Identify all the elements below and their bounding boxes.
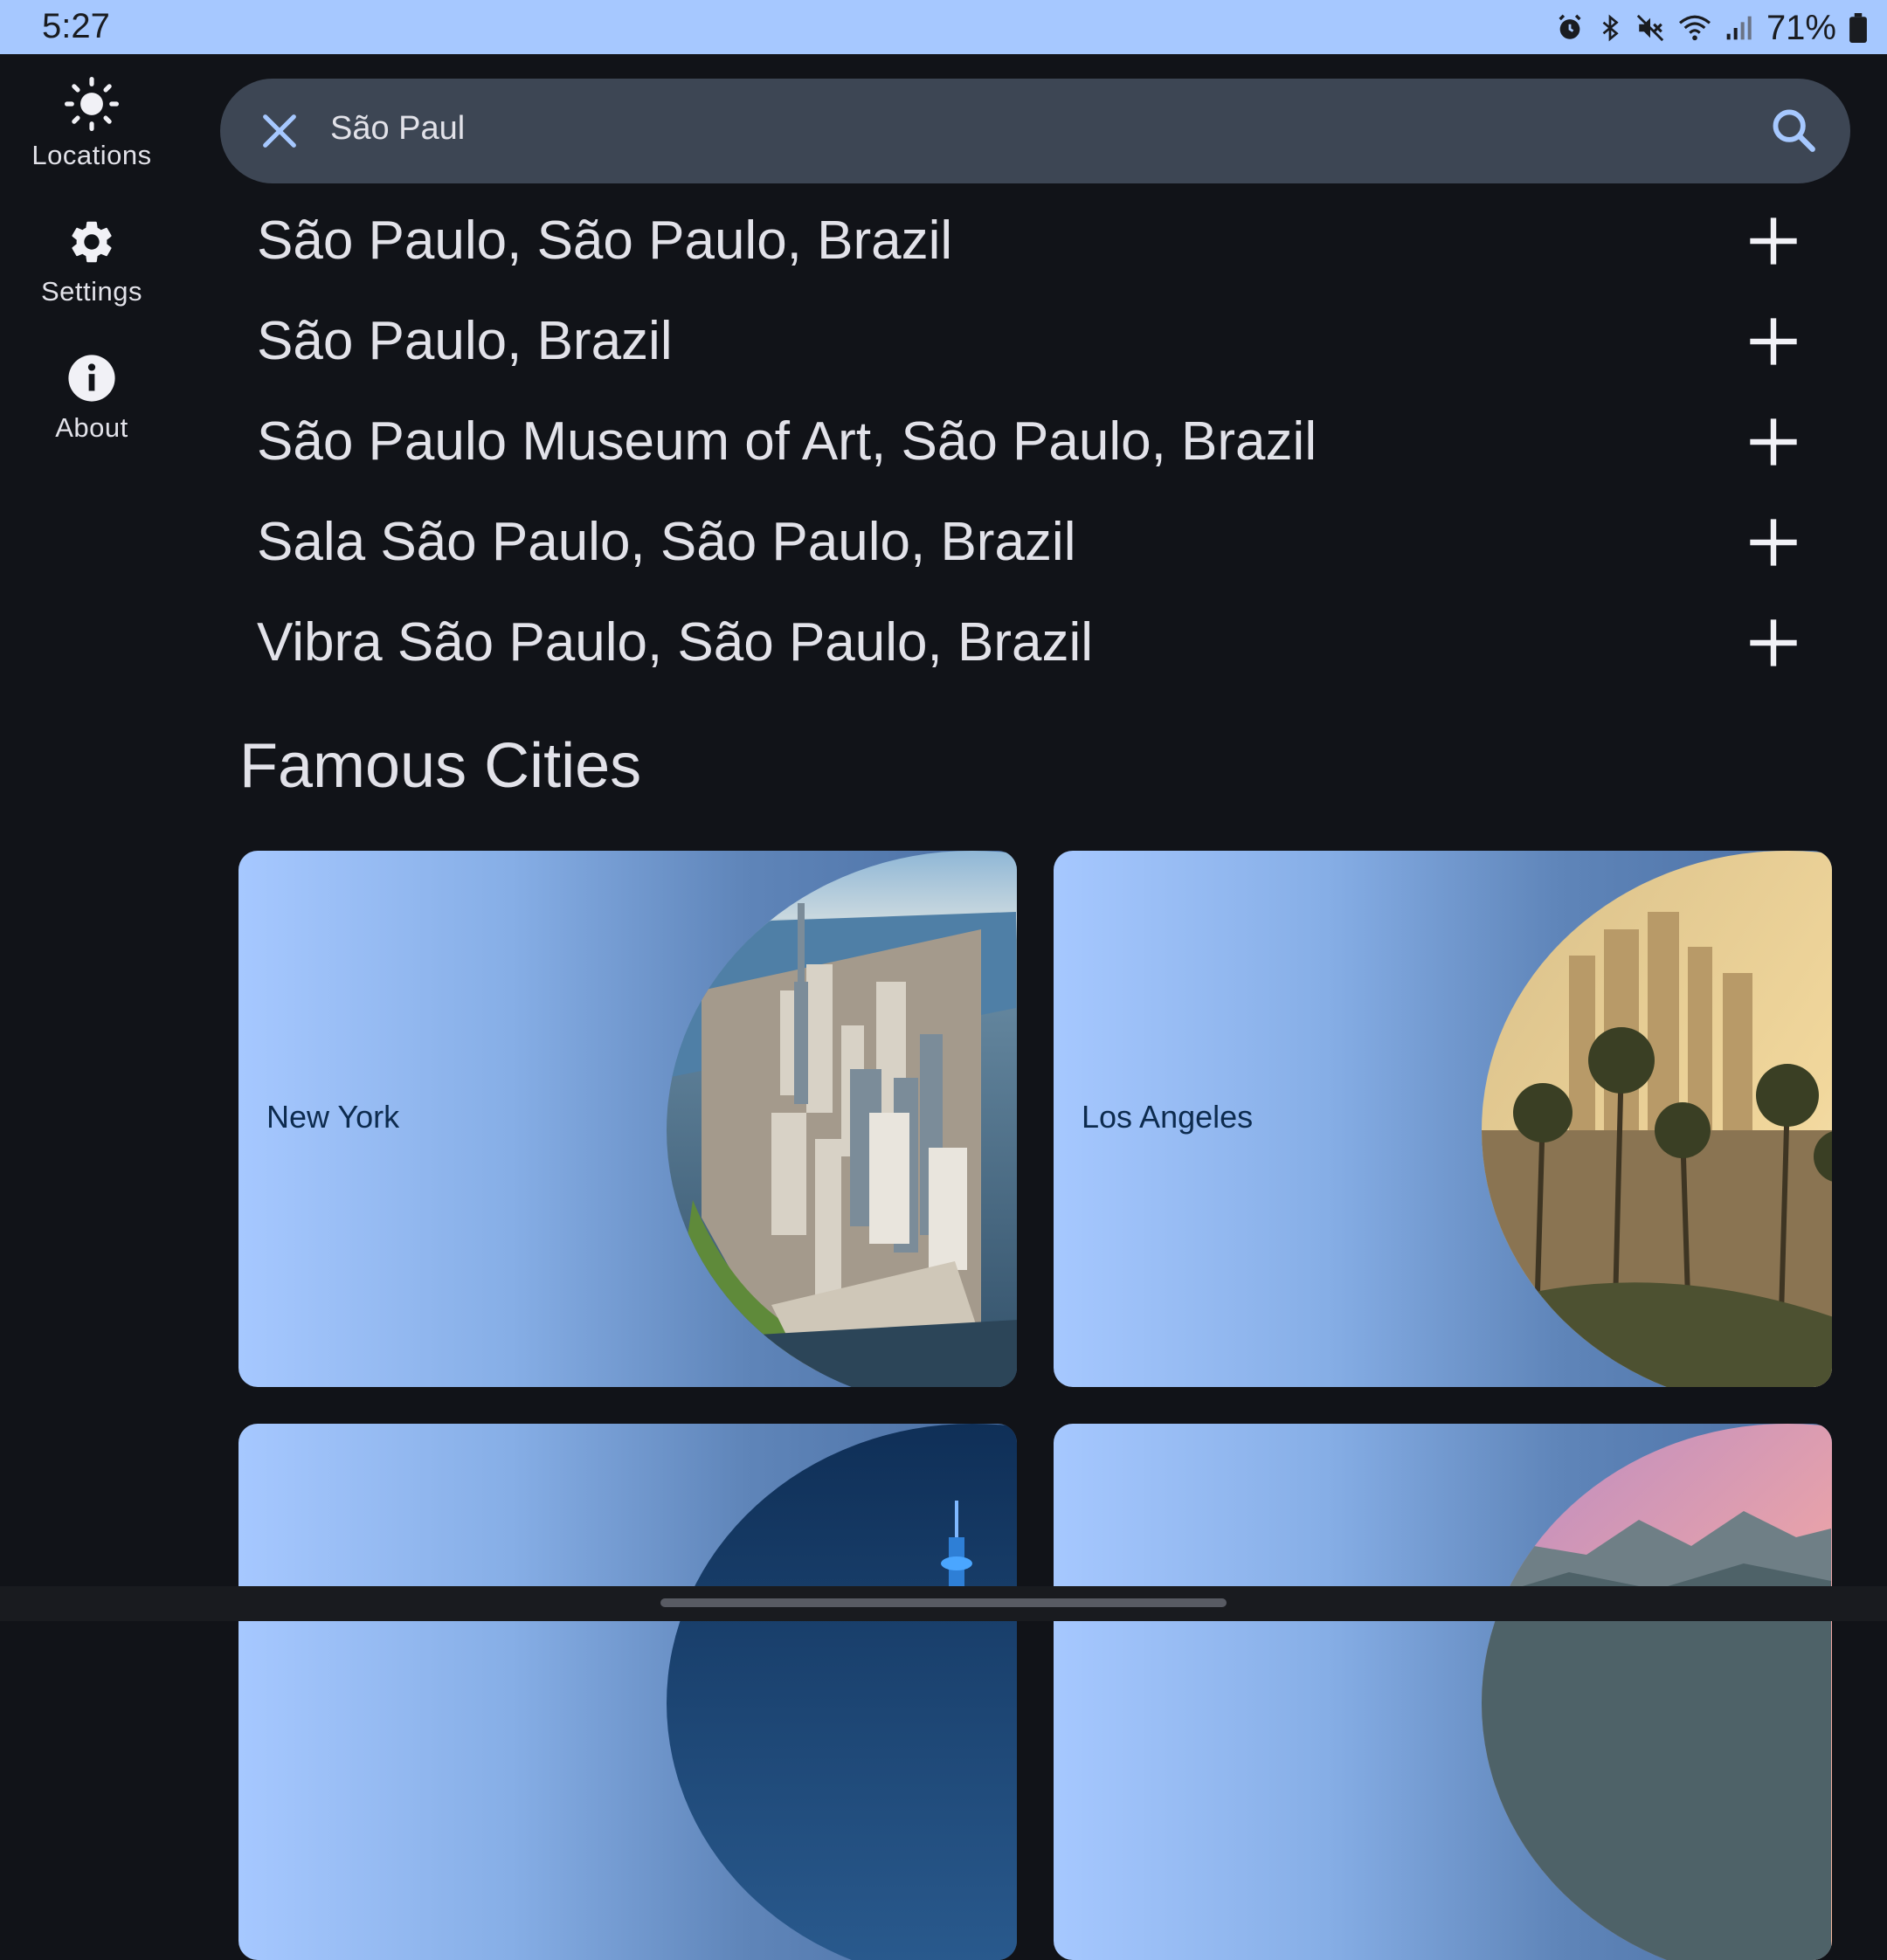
famous-cities-heading: Famous Cities — [239, 731, 642, 801]
city-photo — [667, 851, 1017, 1387]
city-name: Los Angeles — [1082, 1099, 1254, 1135]
navigation-rail: Locations Settings About — [0, 54, 183, 1586]
search-result[interactable]: São Paulo, São Paulo, Brazil — [257, 197, 1812, 285]
city-card-toronto[interactable] — [238, 1424, 1017, 1960]
rail-item-locations[interactable]: Locations — [0, 77, 183, 171]
signal-icon — [1725, 13, 1752, 43]
rail-label-settings: Settings — [40, 276, 142, 307]
add-icon[interactable] — [1745, 414, 1801, 474]
status-bar: 5:27 71% — [0, 0, 1887, 54]
city-card-mountain[interactable] — [1054, 1424, 1832, 1960]
gesture-navigation-bar — [0, 1586, 1887, 1621]
close-icon[interactable] — [255, 107, 304, 160]
rail-item-settings[interactable]: Settings — [0, 217, 183, 307]
search-result-label: São Paulo, São Paulo, Brazil — [257, 210, 953, 271]
search-result[interactable]: Sala São Paulo, São Paulo, Brazil — [257, 499, 1812, 586]
search-icon[interactable] — [1768, 105, 1819, 160]
home-handle[interactable] — [660, 1598, 1227, 1607]
rail-label-about: About — [55, 412, 128, 443]
city-name: New York — [266, 1099, 400, 1135]
rail-item-about[interactable]: About — [0, 353, 183, 444]
status-icons: 71% — [1555, 9, 1868, 47]
battery-icon — [1849, 13, 1868, 43]
search-result-label: São Paulo Museum of Art, São Paulo, Braz… — [257, 411, 1317, 472]
search-input[interactable]: São Paul — [330, 110, 465, 148]
city-photo — [667, 1424, 1017, 1960]
sun-icon — [0, 77, 183, 131]
add-icon[interactable] — [1745, 213, 1801, 273]
mute-icon — [1635, 13, 1665, 43]
status-time: 5:27 — [42, 7, 110, 45]
city-photo — [1482, 851, 1832, 1387]
add-icon[interactable] — [1745, 615, 1801, 675]
add-icon[interactable] — [1745, 314, 1801, 374]
battery-level: 71% — [1766, 8, 1836, 47]
search-result-label: Sala São Paulo, São Paulo, Brazil — [257, 512, 1076, 572]
info-icon — [0, 353, 183, 404]
search-result-label: Vibra São Paulo, São Paulo, Brazil — [257, 612, 1094, 673]
city-card-los-angeles[interactable]: Los Angeles — [1054, 851, 1832, 1387]
search-result-label: São Paulo, Brazil — [257, 311, 673, 371]
rail-label-locations: Locations — [31, 140, 152, 170]
bluetooth-icon — [1597, 13, 1623, 43]
search-bar: São Paul — [220, 79, 1850, 183]
city-photo — [1482, 1424, 1832, 1960]
search-result[interactable]: São Paulo Museum of Art, São Paulo, Braz… — [257, 398, 1812, 486]
search-result[interactable]: Vibra São Paulo, São Paulo, Brazil — [257, 599, 1812, 687]
gear-icon — [0, 217, 183, 267]
add-icon[interactable] — [1745, 514, 1801, 575]
search-result[interactable]: São Paulo, Brazil — [257, 298, 1812, 385]
city-card-new-york[interactable]: New York — [238, 851, 1017, 1387]
wifi-icon — [1677, 13, 1712, 43]
alarm-icon — [1555, 13, 1585, 43]
